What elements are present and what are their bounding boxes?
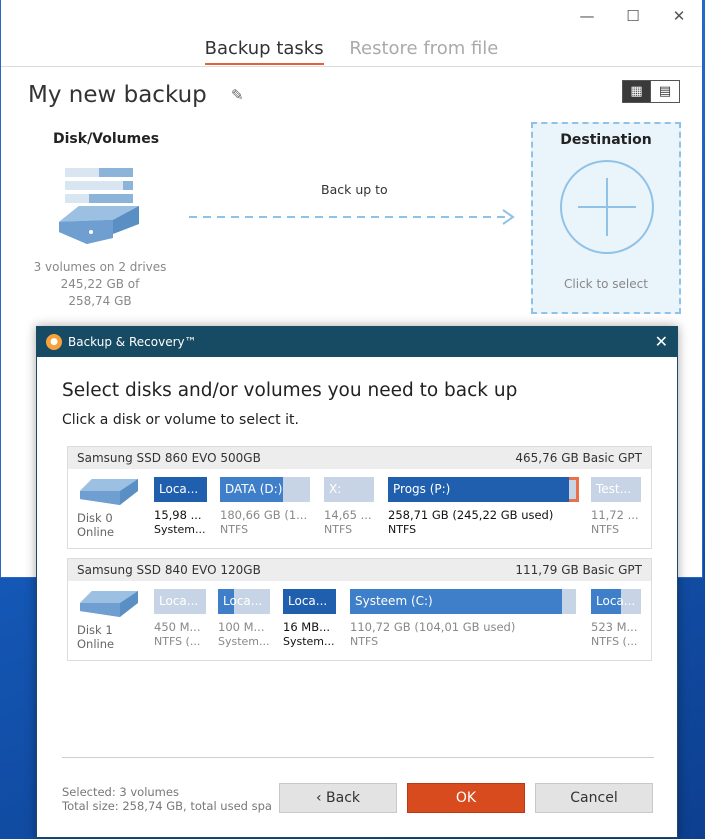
disk-info: 465,76 GB Basic GPT xyxy=(515,451,642,465)
volume-bar[interactable]: Systeem (C:) xyxy=(350,589,576,614)
view-toggle: ▦ ▤ xyxy=(622,80,680,103)
volume[interactable]: Loca... 100 M... System... xyxy=(218,589,270,648)
disk-panel-0: Samsung SSD 860 EVO 500GB 465,76 GB Basi… xyxy=(67,446,652,549)
volume-bar[interactable]: Test... xyxy=(591,477,641,502)
tab-bar: Backup tasks Restore from file xyxy=(1,38,702,65)
disk-name: Samsung SSD 860 EVO 500GB xyxy=(77,451,261,465)
volume-bar[interactable]: DATA (D:) xyxy=(220,477,310,502)
volume-filesystem: NTFS (... xyxy=(591,635,638,648)
volume-filesystem: System... xyxy=(218,635,270,648)
tab-restore-from-file[interactable]: Restore from file xyxy=(349,38,498,63)
dialog-divider xyxy=(62,757,654,758)
ok-button[interactable]: OK xyxy=(407,783,525,813)
volume-size: 14,65 ... xyxy=(324,508,372,522)
volume-filesystem: NTFS (... xyxy=(154,635,201,648)
volume-bar[interactable]: Loca... xyxy=(591,589,641,614)
disk-label: Disk 0 Online xyxy=(77,511,115,539)
minimize-icon[interactable]: — xyxy=(564,0,610,32)
volume-size: 110,72 GB (104,01 GB used) xyxy=(350,620,516,634)
edit-pencil-icon[interactable]: ✎ xyxy=(231,86,247,104)
volume-size: 523 M... xyxy=(591,620,638,634)
backup-name-title: My new backup xyxy=(28,82,207,108)
volume-size: 16 MB... xyxy=(283,620,331,634)
app-logo-icon: ● xyxy=(46,334,62,350)
volume[interactable]: Loca... 15,98 ... System... xyxy=(154,477,207,536)
disk-drive-icon[interactable] xyxy=(80,477,138,507)
volume-size: 180,66 GB (1... xyxy=(220,508,308,522)
maximize-icon[interactable]: ☐ xyxy=(610,0,656,32)
dialog-subheading: Click a disk or volume to select it. xyxy=(62,412,299,428)
disk-panel-1: Samsung SSD 840 EVO 120GB 111,79 GB Basi… xyxy=(67,558,652,661)
disk-drive-icon[interactable] xyxy=(80,589,138,619)
volume[interactable]: X: 14,65 ... NTFS xyxy=(324,477,374,536)
window-controls: — ☐ ✕ xyxy=(564,0,702,32)
volume-selection-dialog: ● Backup & Recovery™ ✕ Select disks and/… xyxy=(36,326,678,838)
close-icon[interactable]: ✕ xyxy=(656,0,702,32)
volume-filesystem: System... xyxy=(283,635,335,648)
volume-size: 450 M... xyxy=(154,620,201,634)
volume-filesystem: System... xyxy=(154,523,206,536)
dialog-heading: Select disks and/or volumes you need to … xyxy=(62,380,518,401)
volume-bar[interactable]: Loca... xyxy=(283,589,336,614)
disk-header: Samsung SSD 860 EVO 500GB 465,76 GB Basi… xyxy=(68,447,651,469)
dialog-titlebar: ● Backup & Recovery™ ✕ xyxy=(37,327,677,357)
volume-filesystem: NTFS xyxy=(324,523,353,536)
disk-name: Samsung SSD 840 EVO 120GB xyxy=(77,563,261,577)
disk-header: Samsung SSD 840 EVO 120GB 111,79 GB Basi… xyxy=(68,559,651,581)
volume-filesystem: NTFS xyxy=(350,635,379,648)
selection-summary: Selected: 3 volumes Total size: 258,74 G… xyxy=(62,785,272,813)
volume-bar[interactable]: Loca... xyxy=(154,477,207,502)
volume-bar[interactable]: Loca... xyxy=(218,589,270,614)
volume-size: 11,72 ... xyxy=(591,508,639,522)
volume-filesystem: NTFS xyxy=(220,523,249,536)
volume[interactable]: Test... 11,72 ... NTFS xyxy=(591,477,641,536)
backup-to-label: Back up to xyxy=(321,182,388,197)
cancel-button[interactable]: Cancel xyxy=(535,783,653,813)
disk-volumes-icon[interactable] xyxy=(57,166,143,248)
back-button[interactable]: ‹ Back xyxy=(279,783,397,813)
source-title: Disk/Volumes xyxy=(53,131,160,147)
backup-arrow-icon xyxy=(189,209,515,225)
list-view-icon[interactable]: ▤ xyxy=(651,80,680,103)
volume-size: 258,71 GB (245,22 GB used) xyxy=(388,508,554,522)
volume[interactable]: Loca... 450 M... NTFS (... xyxy=(154,589,206,648)
volume-filesystem: NTFS xyxy=(591,523,620,536)
volume-bar[interactable]: X: xyxy=(324,477,374,502)
volume-size: 15,98 ... xyxy=(154,508,202,522)
disk-info: 111,79 GB Basic GPT xyxy=(515,563,642,577)
volume[interactable]: Progs (P:) 258,71 GB (245,22 GB used) NT… xyxy=(388,477,579,536)
volume[interactable]: Loca... 16 MB... System... xyxy=(283,589,336,648)
source-info: 3 volumes on 2 drives 245,22 GB of 258,7… xyxy=(33,260,167,308)
destination-hint: Click to select xyxy=(564,277,648,291)
dialog-title: Backup & Recovery™ xyxy=(68,335,197,349)
volume-filesystem: NTFS xyxy=(388,523,417,536)
destination-selector[interactable]: Destination Click to select xyxy=(531,122,681,314)
tile-view-icon[interactable]: ▦ xyxy=(622,80,651,103)
add-destination-icon[interactable] xyxy=(558,158,656,256)
disk-label: Disk 1 Online xyxy=(77,623,115,651)
volume-bar[interactable]: Loca... xyxy=(154,589,206,614)
volume-size: 100 M... xyxy=(218,620,265,634)
tab-backup-tasks[interactable]: Backup tasks xyxy=(204,38,324,65)
volume[interactable]: DATA (D:) 180,66 GB (1... NTFS xyxy=(220,477,310,536)
volume[interactable]: Systeem (C:) 110,72 GB (104,01 GB used) … xyxy=(350,589,576,648)
volume-bar[interactable]: Progs (P:) xyxy=(388,477,579,502)
tab-divider xyxy=(1,66,702,67)
volume[interactable]: Loca... 523 M... NTFS (... xyxy=(591,589,641,648)
destination-title: Destination xyxy=(560,132,652,148)
dialog-close-icon[interactable]: ✕ xyxy=(655,332,668,351)
